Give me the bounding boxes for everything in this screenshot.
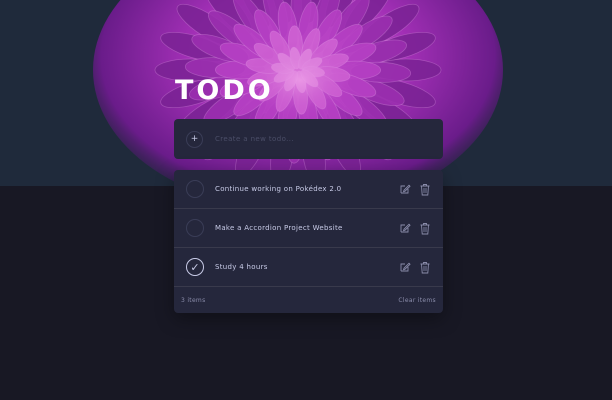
items-count: 3 items [181,296,206,304]
todo-list: Continue working on Pokédex 2.0 Make a A… [174,170,443,313]
todo-checkbox[interactable] [186,219,204,237]
todo-actions [399,183,431,196]
todo-app: TODO + Continue working on Pokédex 2.0 M… [0,0,612,400]
page-title: TODO [175,75,274,106]
clear-items-button[interactable]: Clear items [398,297,436,304]
edit-icon[interactable] [399,183,411,195]
todo-actions [399,261,431,274]
todo-text: Make a Accordion Project Website [215,224,343,232]
todo-text: Continue working on Pokédex 2.0 [215,185,342,193]
todo-item: ✓ Study 4 hours [174,248,443,287]
edit-icon[interactable] [399,222,411,234]
trash-icon[interactable] [419,261,431,274]
todo-item: Make a Accordion Project Website [174,209,443,248]
todo-actions [399,222,431,235]
add-todo-button[interactable]: + [186,130,203,148]
edit-icon[interactable] [399,261,411,273]
check-icon: ✓ [190,260,200,274]
todo-text: Study 4 hours [215,263,268,271]
new-todo-input[interactable] [215,135,415,143]
todo-checkbox-checked[interactable]: ✓ [186,258,204,276]
new-todo-bar: + [174,119,443,159]
plus-icon: + [190,133,199,144]
todo-item: Continue working on Pokédex 2.0 [174,170,443,209]
trash-icon[interactable] [419,222,431,235]
list-footer: 3 items Clear items [174,287,443,313]
trash-icon[interactable] [419,183,431,196]
todo-checkbox[interactable] [186,180,204,198]
